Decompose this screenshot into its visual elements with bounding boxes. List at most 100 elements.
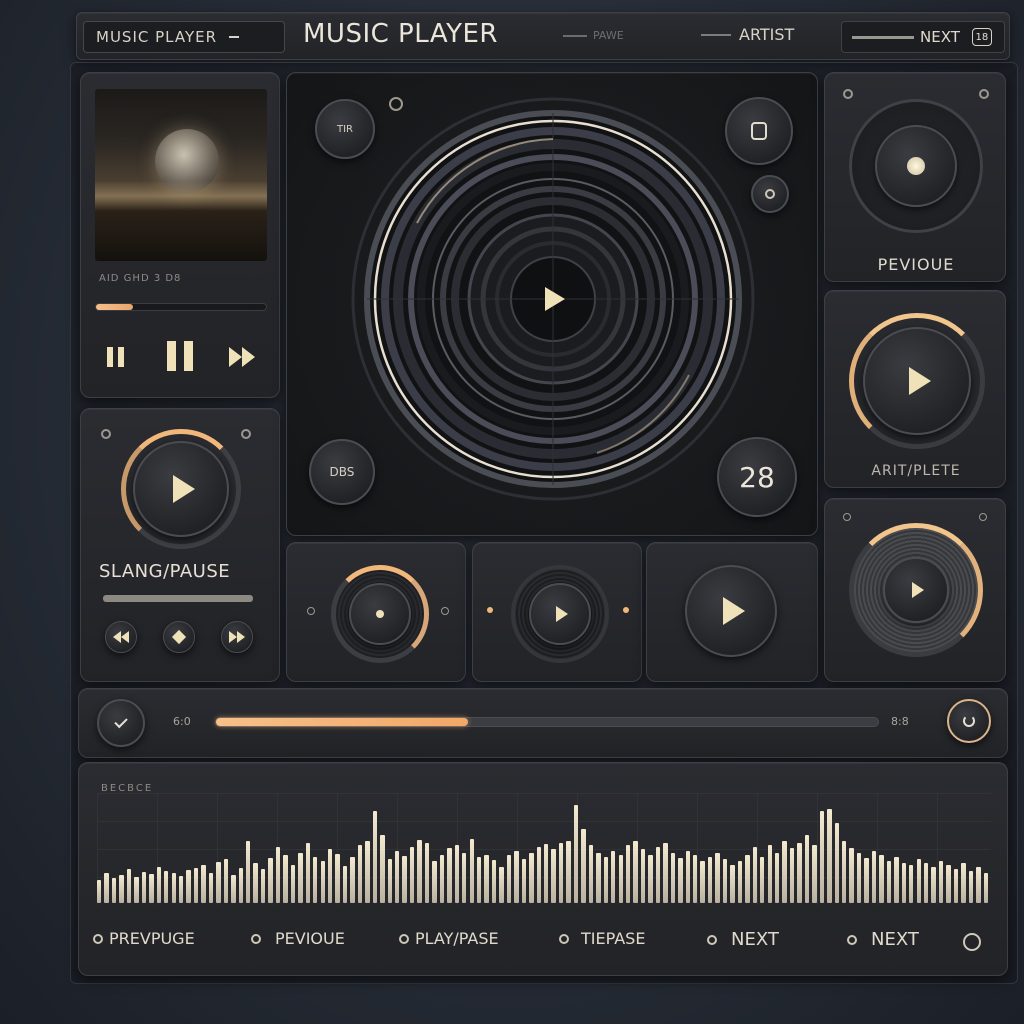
small-knob-icon — [979, 513, 987, 521]
dash-icon — [701, 33, 731, 36]
equalizer-bar — [730, 865, 735, 903]
equalizer-bar — [380, 835, 385, 903]
pause-button[interactable] — [167, 341, 193, 371]
equalizer-bar — [961, 863, 966, 903]
equalizer-bar — [678, 858, 683, 903]
equalizer-bar — [842, 841, 847, 903]
header-bar: MUSIC PLAYER MUSIC PLAYER PAWE ARTIST NE… — [76, 12, 1010, 60]
control-previous[interactable]: PEVIOUE — [251, 929, 345, 948]
equalizer-bar — [335, 854, 340, 903]
control-play-pause[interactable]: PLAY/PASE — [399, 929, 499, 948]
radio-icon — [399, 933, 409, 944]
top-left-button[interactable]: TIR — [315, 99, 375, 159]
equalizer-bar — [767, 845, 772, 903]
settings-icon[interactable] — [963, 933, 981, 951]
album-art[interactable] — [95, 89, 267, 261]
artist-complete-label: ARIT/PLETE — [871, 463, 961, 479]
previous-label: PEVIOUE — [877, 255, 955, 274]
control-tiepase[interactable]: TIEPASE — [559, 929, 645, 948]
small-knob-icon — [101, 429, 111, 439]
equalizer-bar — [566, 841, 571, 903]
next-tab[interactable]: NEXT 18 — [841, 21, 1005, 53]
equalizer-bar — [946, 865, 951, 903]
track-number-button[interactable]: 28 — [717, 437, 797, 517]
play-icon — [911, 582, 924, 598]
tab-blurred[interactable]: PAWE — [563, 29, 624, 42]
control-next-2[interactable]: NEXT — [847, 929, 919, 950]
equalizer-bar — [320, 861, 325, 903]
rewind-button[interactable] — [105, 621, 137, 653]
equalizer-bar — [812, 845, 817, 903]
equalizer-bar — [514, 851, 519, 903]
seek-track[interactable] — [215, 717, 879, 727]
pause-icon — [167, 341, 193, 371]
previous-knob[interactable] — [875, 125, 957, 207]
play-button[interactable] — [133, 441, 229, 537]
app-label: MUSIC PLAYER — [96, 28, 218, 46]
next-button[interactable] — [229, 347, 255, 367]
equalizer-bar — [864, 858, 869, 903]
equalizer-bar — [529, 853, 534, 903]
equalizer-bar — [670, 853, 676, 903]
equalizer-bar — [804, 835, 810, 903]
horizon-glow — [95, 181, 267, 211]
equalizer-bar — [663, 843, 668, 903]
equalizer-bar — [976, 867, 981, 903]
equalizer-bar — [625, 845, 631, 903]
equalizer-bar — [357, 845, 363, 903]
dash-icon — [563, 34, 587, 37]
equalizer-bar — [633, 841, 638, 903]
prev-icon — [107, 347, 124, 367]
previous-card: PEVIOUE — [824, 72, 1006, 282]
forward-button[interactable] — [221, 621, 253, 653]
app-label-tab[interactable]: MUSIC PLAYER — [83, 21, 285, 53]
equalizer-bar — [894, 857, 899, 903]
artist-play-button[interactable] — [863, 327, 971, 435]
lock-button[interactable] — [725, 97, 793, 165]
control-prev[interactable]: PREVPUGE — [93, 929, 195, 948]
equalizer-bar — [484, 855, 489, 903]
equalizer-bar — [469, 839, 474, 903]
equalizer-bar — [648, 855, 653, 903]
small-knob-icon — [389, 97, 403, 111]
equalizer-bar — [409, 847, 415, 903]
knob-card-1 — [286, 542, 466, 682]
track-progress-bar[interactable] — [95, 303, 267, 311]
equalizer-bar — [722, 859, 728, 903]
big-play-button[interactable] — [685, 565, 777, 657]
power-button[interactable] — [947, 699, 991, 743]
equalizer-bar — [290, 865, 296, 903]
center-small-button[interactable] — [163, 621, 195, 653]
control-next-1[interactable]: NEXT — [707, 929, 779, 950]
volume-slider[interactable] — [103, 595, 253, 602]
equalizer-bar — [447, 848, 452, 903]
badge: 18 — [971, 28, 992, 46]
knob-2[interactable] — [529, 583, 591, 645]
equalizer-bar — [432, 861, 437, 903]
play-icon — [723, 597, 745, 625]
check-icon — [114, 714, 128, 729]
vinyl-disc[interactable] — [347, 93, 759, 505]
small-circle-button[interactable] — [751, 175, 789, 213]
equalizer-bar — [618, 855, 623, 903]
equalizer-bar — [231, 875, 236, 903]
prev-button[interactable] — [107, 347, 124, 367]
equalizer-bar — [551, 849, 556, 903]
visualizer-controls: PREVPUGE PEVIOUE PLAY/PASE TIEPASE NEXT … — [93, 929, 993, 959]
knob-1[interactable] — [349, 583, 411, 645]
small-knob-icon — [623, 607, 629, 613]
play-pause-panel: SLANG/PAUSE — [80, 408, 280, 682]
radio-icon — [707, 934, 717, 945]
artist-tab[interactable]: ARTIST — [701, 25, 794, 44]
bottom-left-button[interactable]: DBS — [309, 439, 375, 505]
equalizer-bar — [834, 823, 839, 903]
check-button[interactable] — [97, 699, 145, 747]
speaker-play-button[interactable] — [883, 557, 949, 623]
radio-icon — [847, 934, 857, 945]
speaker-card — [824, 498, 1006, 682]
equalizer-bar — [253, 863, 258, 903]
equalizer-bar — [544, 844, 549, 903]
equalizer-bar — [402, 856, 407, 903]
equalizer-bar — [439, 855, 445, 903]
dash-icon — [229, 36, 240, 38]
